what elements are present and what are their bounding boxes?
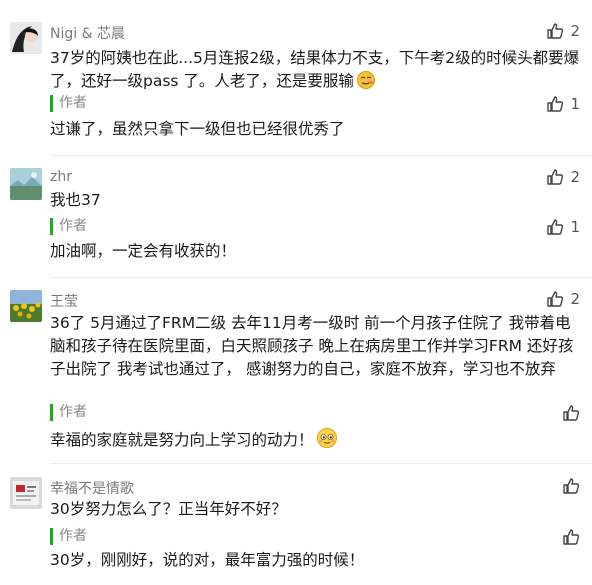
thumbs-up-icon	[546, 22, 564, 40]
like-count: 2	[570, 22, 580, 40]
comment-nickname: Nigi & 芯晨	[50, 26, 125, 42]
author-tag: 作者	[50, 218, 87, 235]
reply-like-button[interactable]: 1	[546, 95, 580, 113]
comment-nickname: 幸福不是情歌	[50, 481, 134, 497]
comment-text: 36了 5月通过了FRM二级 去年11月考一级时 前一个月孩子住院了 我带着电脑…	[50, 314, 574, 378]
reply-like-button[interactable]: 1	[546, 218, 580, 236]
like-count: 1	[570, 218, 580, 236]
divider	[50, 155, 592, 156]
comment-text: 37岁的阿姨也在此...5月连报2级，结果体力不支，下午考2级的时候头都要爆了，…	[50, 47, 585, 97]
reply-like-button[interactable]	[562, 404, 580, 422]
smirk-emoji-icon	[356, 70, 376, 97]
thumbs-up-icon	[562, 404, 580, 422]
author-reply-text: 幸福的家庭就是努力向上学习的动力！	[50, 427, 585, 456]
author-reply-text: 30岁，刚刚好，说的对，最年富力强的时候！	[50, 551, 365, 569]
avatar[interactable]	[10, 290, 42, 322]
comment-text: 我也37	[50, 191, 101, 209]
author-tag: 作者	[50, 528, 87, 545]
author-tag: 作者	[50, 404, 87, 421]
like-button[interactable]: 2	[546, 290, 580, 308]
comment-text: 30岁努力怎么了？正当年好不好？	[50, 500, 287, 518]
like-button[interactable]	[562, 477, 580, 495]
like-count: 1	[570, 95, 580, 113]
thumbs-up-icon	[546, 168, 564, 186]
thumbs-up-icon	[546, 218, 564, 236]
avatar[interactable]	[10, 168, 42, 200]
smile-emoji-icon	[316, 427, 338, 456]
avatar[interactable]	[10, 477, 42, 509]
like-button[interactable]: 2	[546, 168, 580, 186]
author-tag: 作者	[50, 95, 87, 112]
like-count: 2	[570, 290, 580, 308]
like-count: 2	[570, 168, 580, 186]
thumbs-up-icon	[546, 290, 564, 308]
thumbs-up-icon	[562, 477, 580, 495]
divider	[50, 277, 592, 278]
reply-like-button[interactable]	[562, 528, 580, 546]
author-reply-text: 过谦了，虽然只拿下一级但也已经很优秀了	[50, 120, 345, 138]
comment-nickname: zhr	[50, 169, 72, 185]
comment-nickname: 王莹	[50, 294, 78, 310]
divider	[50, 463, 592, 464]
thumbs-up-icon	[562, 528, 580, 546]
avatar[interactable]	[10, 22, 42, 54]
thumbs-up-icon	[546, 95, 564, 113]
like-button[interactable]: 2	[546, 22, 580, 40]
author-reply-text: 加油啊，一定会有收获的！	[50, 242, 237, 260]
